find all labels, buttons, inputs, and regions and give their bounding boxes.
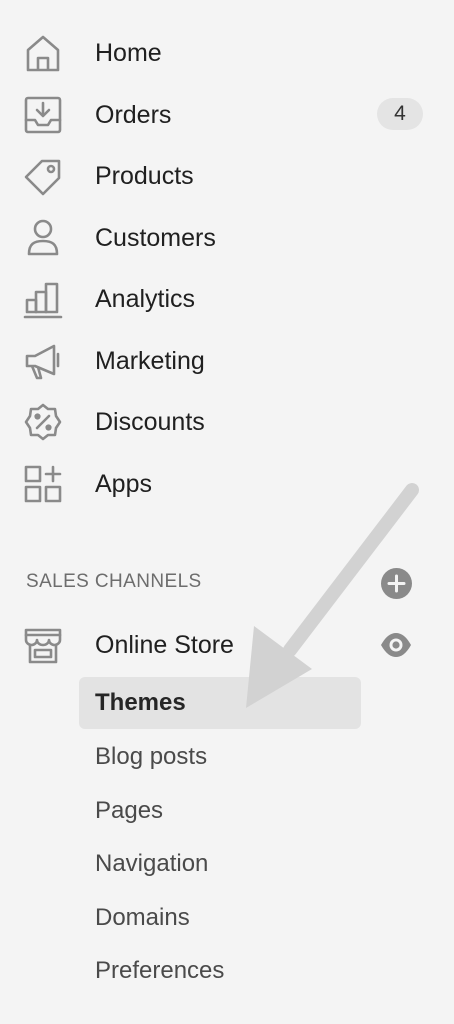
nav-label-discounts: Discounts (95, 408, 205, 436)
subnav-label-blog-posts: Blog posts (95, 743, 208, 770)
subnav-label-navigation: Navigation (95, 850, 209, 877)
subnav-item-preferences[interactable]: Preferences (79, 945, 361, 997)
nav-item-discounts[interactable]: Discounts (0, 391, 454, 451)
nav-label-orders: Orders (95, 101, 172, 129)
nav-label-customers: Customers (95, 224, 216, 252)
subnav-label-themes: Themes (95, 689, 186, 716)
subnav-label-preferences: Preferences (95, 957, 225, 984)
nav-item-orders[interactable]: Orders 4 (0, 84, 454, 144)
subnav-item-blog-posts[interactable]: Blog posts (79, 731, 361, 783)
tag-icon (22, 155, 64, 197)
nav-item-home[interactable]: Home (0, 22, 454, 82)
nav-item-analytics[interactable]: Analytics (0, 268, 454, 328)
subnav-item-pages[interactable]: Pages (79, 785, 361, 837)
storefront-icon (22, 624, 64, 666)
bar-chart-icon (22, 278, 64, 320)
subnav-item-navigation[interactable]: Navigation (79, 838, 361, 890)
nav-item-customers[interactable]: Customers (0, 207, 454, 267)
home-icon (22, 32, 64, 74)
nav-item-products[interactable]: Products (0, 145, 454, 205)
nav-label-analytics: Analytics (95, 285, 196, 313)
subnav-item-domains[interactable]: Domains (79, 892, 361, 944)
nav-label-marketing: Marketing (95, 347, 205, 375)
view-online-store-button[interactable] (379, 630, 413, 660)
orders-count-badge: 4 (377, 98, 423, 130)
discount-icon (22, 401, 64, 443)
subnav-label-pages: Pages (95, 797, 164, 824)
nav-label-products: Products (95, 162, 194, 190)
apps-icon (22, 463, 64, 505)
subnav-item-themes[interactable]: Themes (79, 677, 361, 729)
nav-label-online-store: Online Store (95, 631, 234, 659)
nav-label-apps: Apps (95, 470, 152, 498)
sales-channels-header: SALES CHANNELS (26, 571, 202, 592)
nav-label-home: Home (95, 39, 162, 67)
add-sales-channel-button[interactable] (381, 568, 412, 599)
orders-icon (22, 94, 64, 136)
nav-item-apps[interactable]: Apps (0, 453, 454, 513)
nav-item-marketing[interactable]: Marketing (0, 330, 454, 390)
subnav-label-domains: Domains (95, 904, 190, 931)
person-icon (22, 217, 64, 259)
megaphone-icon (22, 340, 64, 382)
